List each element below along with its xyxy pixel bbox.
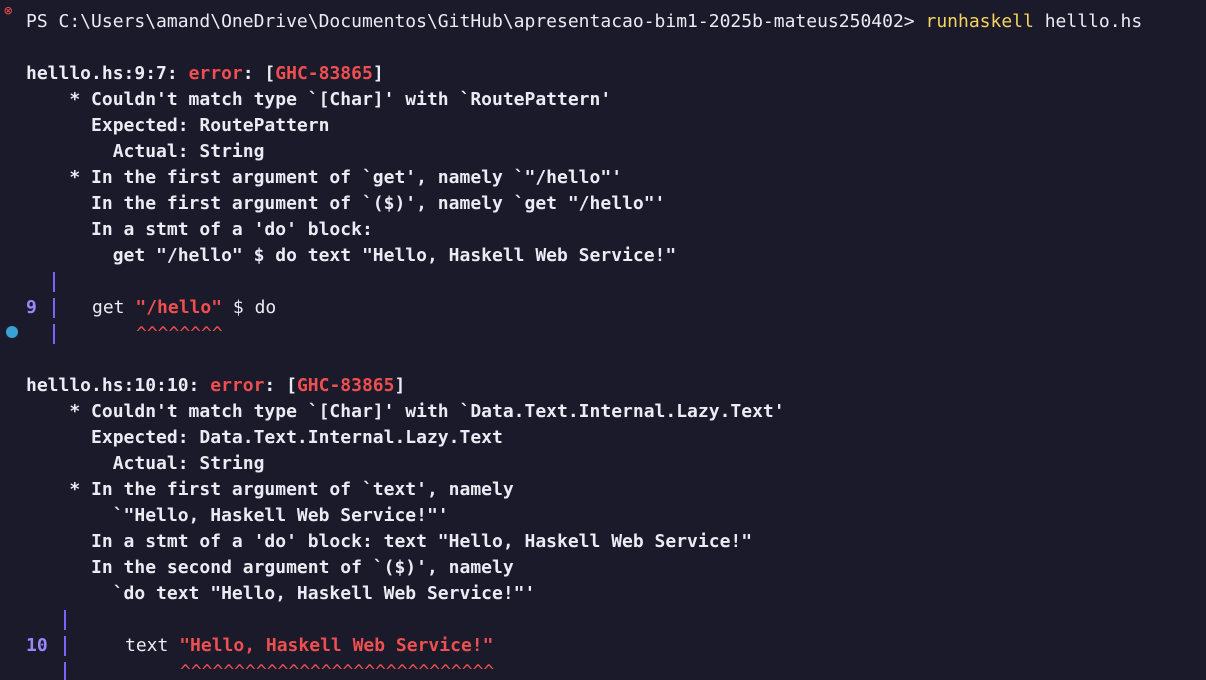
- error1-code: GHC-83865: [275, 63, 373, 84]
- error1-message-line: Actual: String: [26, 141, 265, 162]
- source-code: $ do: [222, 297, 277, 318]
- source-code: text: [125, 635, 180, 656]
- error-caret-marker: ^^^^^^^^: [136, 323, 223, 344]
- error-caret-marker: ^^^^^^^^^^^^^^^^^^^^^^^^^^^^^: [180, 661, 495, 680]
- error2-location: helllo.hs:10:10:: [26, 375, 200, 396]
- status-dot: [6, 326, 18, 338]
- source-gutter-bar: [64, 636, 66, 656]
- error1-message-line: get "/hello" $ do text "Hello, Haskell W…: [26, 245, 677, 266]
- prompt-path: PS C:\Users\amand\OneDrive\Documentos\Gi…: [26, 11, 915, 32]
- source-highlight: "Hello, Haskell Web Service!": [179, 635, 494, 656]
- source-gutter-bar: [64, 610, 66, 630]
- error1-message-line: In the first argument of `($)', namely `…: [26, 193, 666, 214]
- source-gutter-bar: [53, 272, 55, 292]
- source-gutter-bar: [64, 662, 66, 680]
- error1-message-line: * Couldn't match type `[Char]' with `Rou…: [26, 89, 612, 110]
- error-status-icon: ⊗: [4, 3, 13, 19]
- error2-message-line: * Couldn't match type `[Char]' with `Dat…: [26, 401, 785, 422]
- error2-message-line: Actual: String: [26, 453, 265, 474]
- error1-message-line: Expected: RoutePattern: [26, 115, 330, 136]
- error2-message-line: In the second argument of `($)', namely: [26, 557, 514, 578]
- source-line: text "Hello, Haskell Web Service!": [125, 633, 493, 659]
- source-line: get "/hello" $ do: [92, 295, 276, 321]
- prompt-arg: helllo.hs: [1044, 11, 1143, 32]
- error2-header: helllo.hs:10:10: error: [GHC-83865]: [26, 375, 406, 396]
- error2-message-line: Expected: Data.Text.Internal.Lazy.Text: [26, 427, 503, 448]
- error1-label: error: [188, 63, 243, 84]
- error1-header: helllo.hs:9:7: error: [GHC-83865]: [26, 63, 384, 84]
- source-line-number: 9: [26, 297, 37, 318]
- error2-message-line: `"Hello, Haskell Web Service!"': [26, 505, 449, 526]
- error2-message-line: `do text "Hello, Haskell Web Service!"': [26, 583, 536, 604]
- prompt-line: PS C:\Users\amand\OneDrive\Documentos\Gi…: [26, 9, 1142, 35]
- error1-location: helllo.hs:9:7:: [26, 63, 178, 84]
- source-code: get: [92, 297, 136, 318]
- source-highlight: "/hello": [135, 297, 223, 318]
- error1-message-line: In a stmt of a 'do' block:: [26, 219, 373, 240]
- prompt-command: runhaskell: [925, 11, 1034, 32]
- source-gutter-bar: [53, 324, 55, 344]
- source-gutter-bar: [53, 298, 55, 318]
- source-line-number: 10: [26, 635, 48, 656]
- error2-code: GHC-83865: [296, 375, 395, 396]
- error2-message-line: In a stmt of a 'do' block: text "Hello, …: [26, 531, 753, 552]
- error2-label: error: [210, 375, 265, 396]
- error2-message-line: * In the first argument of `text', namel…: [26, 479, 514, 500]
- error1-message-line: * In the first argument of `get', namely…: [26, 167, 623, 188]
- terminal-panel[interactable]: ⊗ PS C:\Users\amand\OneDrive\Documentos\…: [0, 0, 1206, 680]
